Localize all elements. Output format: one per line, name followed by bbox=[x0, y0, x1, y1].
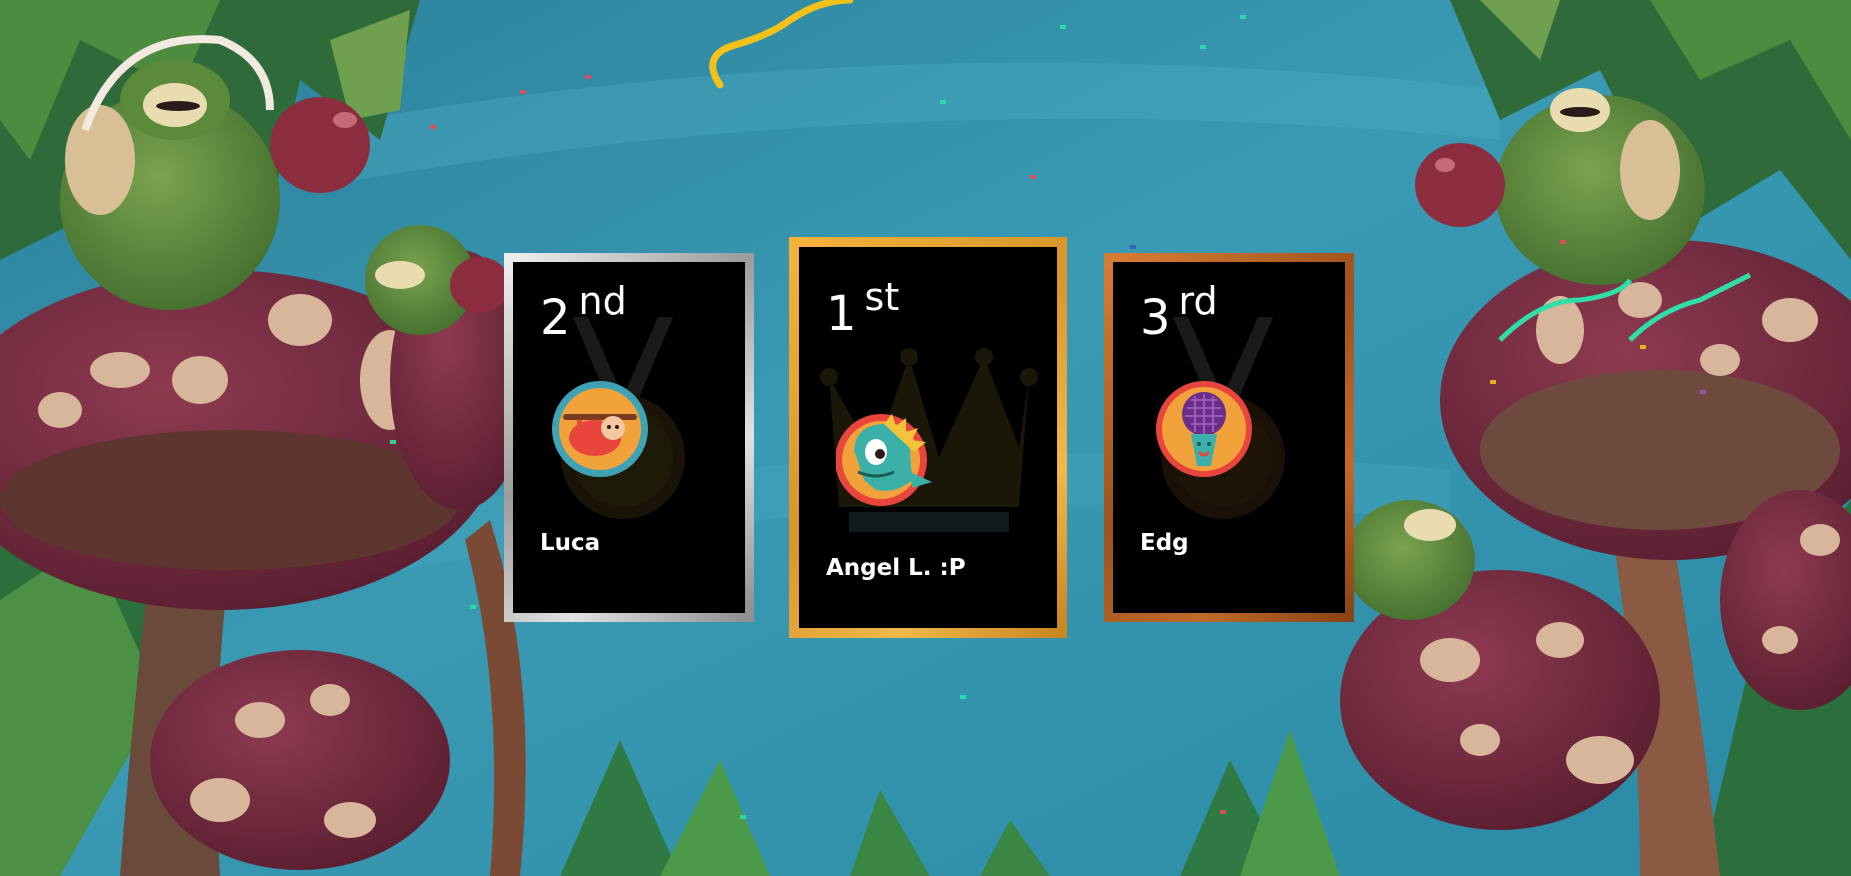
microphone-icon bbox=[1156, 381, 1252, 477]
rank-label: 2nd bbox=[540, 282, 627, 342]
dinosaur-icon bbox=[836, 414, 932, 506]
podium-card-third: 3rd Edg bbox=[1104, 253, 1354, 622]
card-body: 1st Angel L. :P bbox=[799, 247, 1057, 628]
card-body: 3rd Edg bbox=[1113, 262, 1345, 613]
player-name: Angel L. :P bbox=[826, 555, 966, 581]
podium-card-second: 2nd Luca bbox=[504, 253, 754, 622]
card-body: 2nd Luca bbox=[513, 262, 745, 613]
rank-suffix: nd bbox=[578, 279, 627, 323]
rank-number: 1 bbox=[826, 286, 857, 342]
player-name: Luca bbox=[540, 530, 601, 556]
rank-suffix: st bbox=[864, 275, 900, 319]
player-name: Edg bbox=[1140, 530, 1189, 556]
rank-label: 1st bbox=[826, 278, 899, 338]
rank-label: 3rd bbox=[1140, 282, 1218, 342]
sloth-icon bbox=[552, 381, 648, 477]
rank-number: 2 bbox=[540, 290, 571, 346]
podium-card-first: 1st Angel L. :P bbox=[789, 237, 1067, 638]
rank-number: 3 bbox=[1140, 290, 1171, 346]
rank-suffix: rd bbox=[1178, 279, 1218, 323]
